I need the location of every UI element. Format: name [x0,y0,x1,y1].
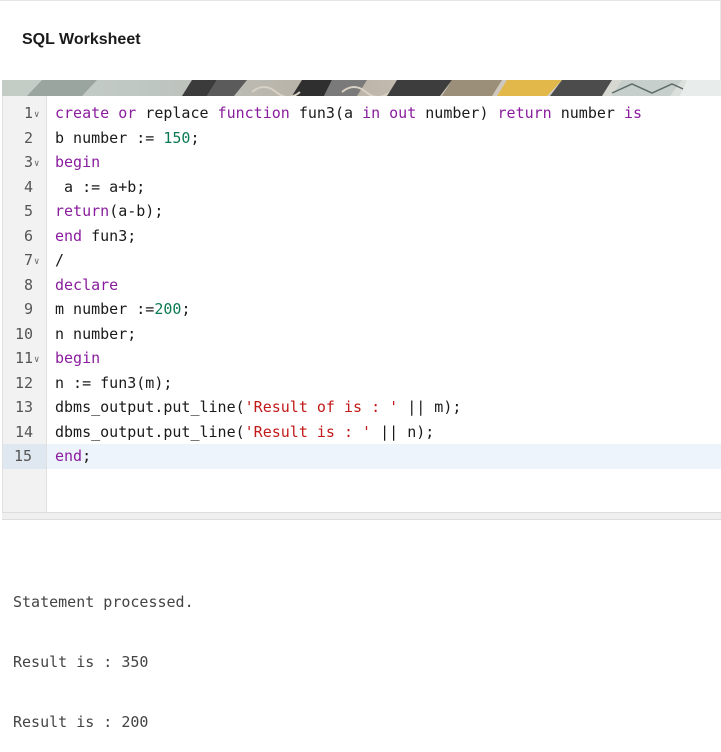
number-token: 200 [154,300,182,318]
string-token: 'Result is : ' [244,422,372,441]
output-line: Result is : 200 [13,713,149,731]
code-line[interactable]: 11 ∨ begin [15,346,721,371]
line-number: 13 [14,398,33,416]
code-token: ; [82,447,92,465]
line-number: 12 [14,373,33,392]
output-panel: Statement processed. Result is : 350 Res… [13,552,194,752]
chevron-down-icon[interactable]: ∨ [34,250,39,275]
code-text: b number := 150; [55,126,200,151]
banner-pattern [2,80,721,96]
code-text: m number :=200; [55,297,190,322]
code-token: / [55,251,65,269]
keyword-token: out [389,104,417,122]
line-number: 10 [14,324,33,343]
keyword-token: return [497,104,552,122]
code-text: dbms_output.put_line('Result is : ' || n… [55,420,434,445]
code-token: dbms_output.put_line( [55,398,245,416]
line-number: 1 [23,104,33,122]
code-line[interactable]: 13 dbms_output.put_line('Result of is : '… [15,395,721,420]
output-line: Result is : 350 [13,653,149,671]
code-text: begin [55,150,100,175]
code-line[interactable]: 4 a := a+b; [24,175,721,200]
code-text: end; [55,444,91,469]
keyword-token: declare [55,275,119,294]
code-text: dbms_output.put_line('Result of is : ' |… [55,395,461,420]
code-line[interactable]: 14 dbms_output.put_line('Result is : ' ||… [15,420,721,445]
code-token: (a-b); [109,202,164,220]
code-token: n number; [55,324,137,343]
code-token: ; [181,300,191,318]
line-number: 5 [23,202,33,220]
line-number: 14 [14,422,33,441]
code-text: / [55,248,64,273]
keyword-token: end [55,447,83,465]
code-line[interactable]: 12 n := fun3(m); [15,371,721,396]
code-line[interactable]: 1 ∨ create or replace function fun3(a in o… [24,101,721,126]
line-number: 15 [3,444,46,469]
code-token: number [551,104,624,122]
code-token: number) [416,104,498,122]
code-token: dbms_output.put_line( [55,422,245,441]
decorative-banner [2,80,721,96]
code-line[interactable]: 10 n number; [15,322,721,347]
code-token: m number := [55,300,155,318]
keyword-token: function [217,104,290,122]
code-editor[interactable]: 1 ∨ create or replace function fun3(a in o… [2,96,721,512]
line-number: 3 [23,153,33,171]
keyword-token: in [362,104,381,122]
code-line[interactable]: 3 ∨ begin [24,150,721,175]
code-token: || m); [398,398,462,416]
code-text: end fun3; [55,224,136,249]
code-token: fun3; [82,226,137,245]
keyword-token: create [55,104,110,122]
line-number: 9 [23,300,33,318]
code-line[interactable]: 9 m number :=200; [24,297,721,322]
code-text: a := a+b; [55,175,145,200]
code-token: n := fun3(m); [55,373,173,392]
code-token: fun3(a [289,104,363,122]
page-title: SQL Worksheet [22,31,141,48]
code-token: b number := [55,128,164,147]
keyword-token: or [118,104,137,122]
code-line[interactable]: 2 b number := 150; [24,126,721,151]
chevron-down-icon[interactable]: ∨ [34,103,39,128]
code-text: n number; [55,322,136,347]
code-text: create or replace function fun3(a in out… [55,101,642,126]
number-token: 150 [163,128,191,147]
keyword-token: begin [55,349,101,367]
code-lines[interactable]: 1 ∨ create or replace function fun3(a in o… [3,101,721,469]
keyword-token: is [623,104,643,122]
output-line: Statement processed. [13,593,194,611]
code-text: n := fun3(m); [55,371,172,396]
code-text: declare [55,273,118,298]
chevron-down-icon[interactable]: ∨ [34,152,39,177]
code-token: ; [190,128,200,147]
line-number: 8 [23,275,33,294]
code-line[interactable]: 8 declare [24,273,721,298]
code-token: a := a+b; [55,177,146,196]
code-line[interactable]: 5 return(a-b); [24,199,721,224]
panel-splitter[interactable] [2,512,721,520]
code-text: begin [55,346,100,371]
keyword-token: end [55,226,83,245]
keyword-token: return [55,202,110,220]
code-line[interactable]: 7 ∨ / [24,248,721,273]
line-number: 7 [23,251,33,269]
code-text: return(a-b); [55,199,163,224]
line-number: 6 [23,226,33,245]
line-number: 11 [14,349,33,367]
line-number: 2 [23,128,33,147]
line-number: 4 [23,177,33,196]
code-token: || n); [371,422,435,441]
code-token: replace [136,104,218,122]
code-line[interactable]: 15 end; [3,444,721,469]
string-token: 'Result of is : ' [244,398,399,416]
chevron-down-icon[interactable]: ∨ [34,348,39,373]
code-line[interactable]: 6 end fun3; [24,224,721,249]
keyword-token: begin [55,153,101,171]
worksheet-header: SQL Worksheet [0,0,721,80]
